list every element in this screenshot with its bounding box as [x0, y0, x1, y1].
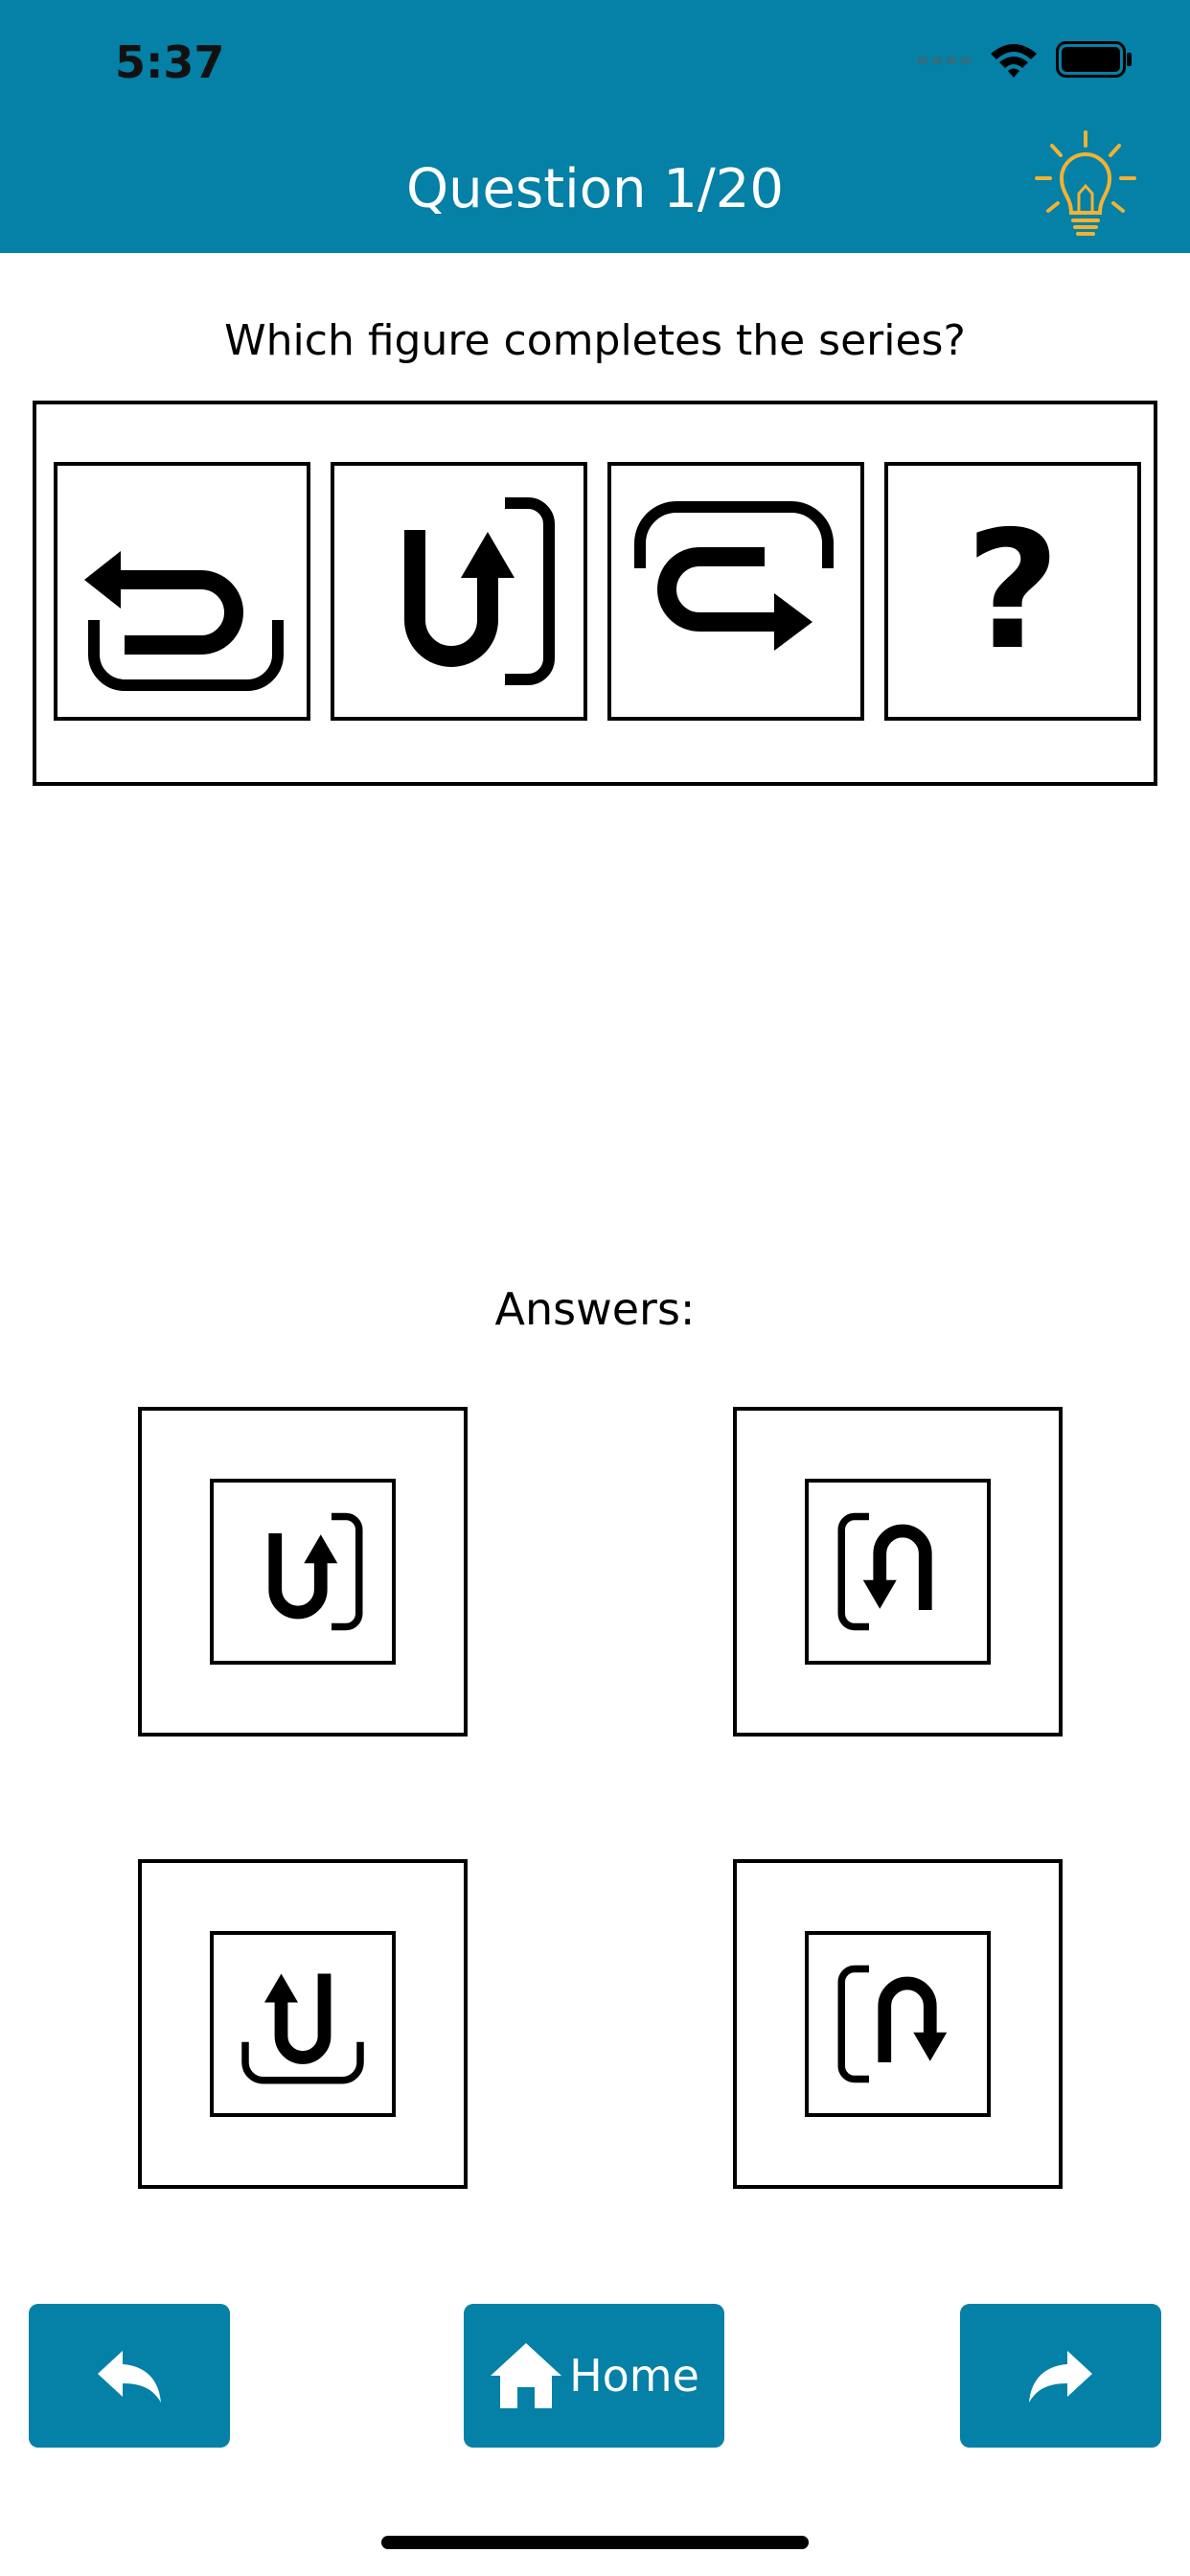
answer-figure-frame — [210, 1479, 396, 1665]
return-arrow-tray-icon — [84, 551, 284, 691]
u-turn-up-right-bracket-icon — [268, 1512, 363, 1631]
answers-label: Answers: — [494, 1283, 696, 1335]
forward-arrow-icon — [1029, 2351, 1092, 2403]
answer-figure-frame — [805, 1479, 991, 1665]
status-time: 5:37 — [115, 36, 225, 88]
u-turn-up-right-bracket-icon — [404, 497, 555, 685]
signal-icon — [918, 57, 971, 64]
answer-option-2[interactable] — [733, 1407, 1063, 1736]
question-prompt: Which figure completes the series? — [224, 316, 966, 365]
answer-option-4[interactable] — [733, 1859, 1063, 2189]
n-turn-down-left-bracket-icon — [837, 1512, 932, 1631]
n-turn-down-right-left-bracket-icon — [837, 1965, 948, 2083]
header-bar: 5:37 Question 1/20 — [0, 0, 1190, 253]
lightbulb-icon — [1035, 130, 1136, 236]
answer-option-3[interactable] — [138, 1859, 468, 2189]
series-figure-2 — [331, 462, 587, 721]
wifi-icon — [991, 44, 1037, 78]
battery-icon — [1056, 41, 1132, 78]
forward-button[interactable] — [960, 2304, 1161, 2448]
series-figure-1 — [54, 462, 310, 721]
question-mark-icon: ? — [965, 496, 1061, 686]
hint-button[interactable] — [1033, 130, 1138, 243]
status-icons — [918, 40, 1133, 79]
back-button[interactable] — [29, 2304, 230, 2448]
u-turn-up-tray-icon — [241, 1973, 364, 2084]
loop-arrow-right-icon — [634, 501, 834, 651]
answer-figure-frame — [805, 1931, 991, 2117]
home-icon — [491, 2343, 562, 2408]
page-title: Question 1/20 — [405, 158, 785, 220]
home-button-label: Home — [569, 2350, 699, 2402]
reply-arrow-icon — [98, 2351, 161, 2403]
home-indicator — [381, 2536, 809, 2549]
answer-option-1[interactable] — [138, 1407, 468, 1736]
home-button[interactable]: Home — [464, 2304, 724, 2448]
answer-figure-frame — [210, 1931, 396, 2117]
series-figure-3 — [607, 462, 864, 721]
series-figure-4: ? — [884, 462, 1141, 721]
